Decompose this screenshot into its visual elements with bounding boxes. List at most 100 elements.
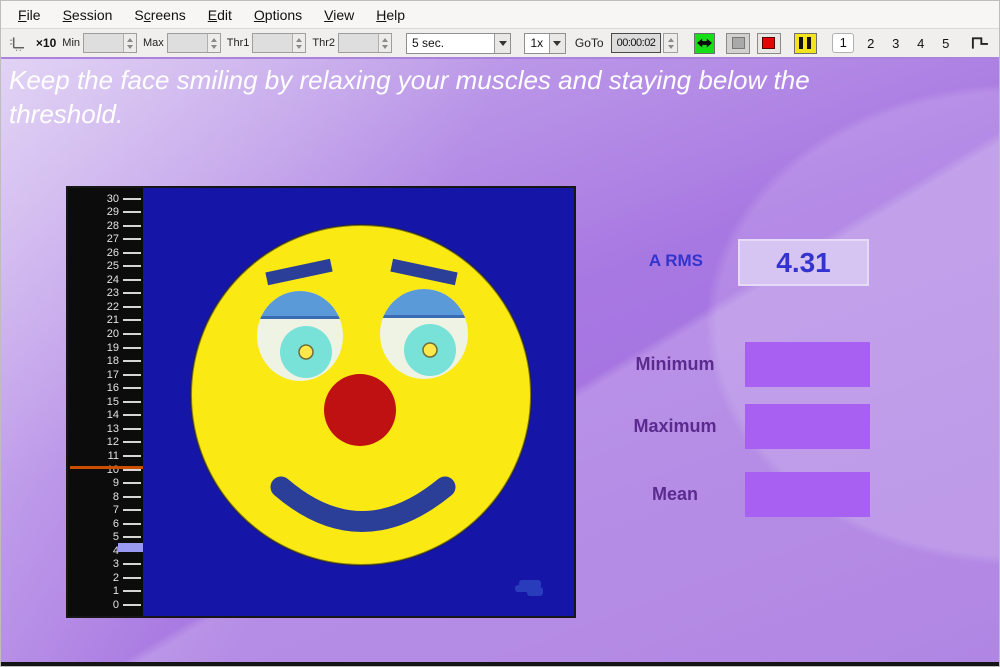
min-label: Min — [62, 37, 80, 49]
scale-tick-label: 27 — [68, 233, 119, 245]
screen-2-button[interactable]: 2 — [863, 36, 878, 51]
scale-tick-label: 17 — [68, 369, 119, 381]
scale-tick-mark — [123, 265, 141, 267]
up-down-arrows-icon[interactable] — [207, 34, 220, 52]
menu-edit[interactable]: Edit — [197, 3, 243, 27]
scale-tick-label: 19 — [68, 342, 119, 354]
red-square-icon — [762, 37, 775, 49]
scale-multiplier-label: ×10 — [36, 36, 56, 50]
scale-tick-mark — [123, 211, 141, 213]
scale-tick-mark — [123, 360, 141, 362]
screen-selector: 12345 — [828, 33, 958, 53]
axes-icon[interactable] — [9, 35, 26, 52]
face-display — [143, 188, 574, 616]
scale-tick-label: 6 — [68, 518, 119, 530]
thr1-field[interactable] — [252, 33, 306, 53]
pause-bar-icon — [807, 37, 811, 49]
minimum-value-box — [745, 342, 870, 387]
direction-button[interactable] — [694, 33, 716, 54]
menu-session[interactable]: Session — [52, 3, 124, 27]
pause-bar-icon — [799, 37, 803, 49]
instruction-text: Keep the face smiling by relaxing your m… — [9, 63, 919, 131]
gray-swatch-button[interactable] — [726, 33, 750, 54]
goto-time-spinner[interactable] — [663, 33, 677, 53]
min-field[interactable] — [83, 33, 137, 53]
scale-tick-mark — [123, 523, 141, 525]
scale-tick-label: 21 — [68, 314, 119, 326]
mean-value-box — [745, 472, 870, 517]
scale-tick-label: 24 — [68, 274, 119, 286]
scale-tick-label: 3 — [68, 558, 119, 570]
scale-tick-mark — [123, 347, 141, 349]
scale-tick-mark — [123, 279, 141, 281]
screen-5-button[interactable]: 5 — [938, 36, 953, 51]
scale-tick-mark — [123, 333, 141, 335]
goto-time-field[interactable]: 00:00:02 — [611, 33, 662, 53]
threshold-line[interactable] — [70, 466, 143, 469]
scale-tick-label: 2 — [68, 572, 119, 584]
menu-screens[interactable]: Screens — [123, 3, 196, 27]
double-horizontal-arrow-icon — [696, 37, 713, 49]
rms-label: A RMS — [591, 251, 703, 271]
menu-view[interactable]: View — [313, 3, 365, 27]
screen-1-button[interactable]: 1 — [832, 33, 854, 53]
scale-tick-label: 16 — [68, 382, 119, 394]
screen-3-button[interactable]: 3 — [888, 36, 903, 51]
up-down-arrows-icon[interactable] — [123, 34, 136, 52]
toolbar: ×10 MinMaxThr1Thr2 5 sec. 1x GoTo 00:00:… — [1, 29, 999, 59]
menu-file[interactable]: File — [7, 3, 52, 27]
up-down-arrows-icon[interactable] — [292, 34, 305, 52]
maximum-label: Maximum — [611, 416, 739, 437]
scale-tick-label: 23 — [68, 287, 119, 299]
emg-face-widget: 3029282726252423222120191817161514131211… — [66, 186, 576, 618]
scale-tick-mark — [123, 536, 141, 538]
stop-button[interactable] — [757, 33, 781, 54]
scale-tick-mark — [123, 198, 141, 200]
scale-tick-mark — [123, 441, 141, 443]
scale-tick-label: 9 — [68, 477, 119, 489]
scale-tick-label: 29 — [68, 206, 119, 218]
scale-tick-mark — [123, 604, 141, 606]
up-down-arrows-icon[interactable] — [378, 34, 391, 52]
scale-tick-mark — [123, 374, 141, 376]
range-fields: MinMaxThr1Thr2 — [56, 33, 392, 53]
goto-label: GoTo — [575, 36, 604, 50]
thr2-field[interactable] — [338, 33, 392, 53]
thr1-label: Thr1 — [227, 37, 250, 49]
pause-button[interactable] — [794, 33, 818, 54]
playback-speed-combo[interactable]: 1x — [524, 33, 565, 54]
menu-help[interactable]: Help — [365, 3, 416, 27]
right-pupil — [423, 343, 437, 357]
scale-tick-mark — [123, 482, 141, 484]
time-window-combo[interactable]: 5 sec. — [406, 33, 511, 54]
scale-tick-label: 22 — [68, 301, 119, 313]
scale-tick-label: 25 — [68, 260, 119, 272]
screen-4-button[interactable]: 4 — [913, 36, 928, 51]
thr2-label: Thr2 — [312, 37, 335, 49]
scale-tick-label: 26 — [68, 247, 119, 259]
app-window: FileSessionScreensEditOptionsViewHelp ×1… — [0, 0, 1000, 667]
scale-tick-label: 8 — [68, 491, 119, 503]
scale-tick-label: 5 — [68, 531, 119, 543]
chevron-down-icon[interactable] — [549, 34, 565, 53]
scale-tick-mark — [123, 292, 141, 294]
scale-tick-label: 28 — [68, 220, 119, 232]
scale-tick-label: 15 — [68, 396, 119, 408]
bottom-strip — [1, 662, 999, 666]
step-line-icon[interactable] — [971, 35, 991, 51]
scale-tick-mark — [123, 319, 141, 321]
scale-tick-label: 7 — [68, 504, 119, 516]
signal-scale: 3029282726252423222120191817161514131211… — [68, 188, 143, 616]
chevron-down-icon[interactable] — [494, 34, 510, 53]
scale-tick-label: 20 — [68, 328, 119, 340]
max-field[interactable] — [167, 33, 221, 53]
scale-tick-mark — [123, 469, 141, 471]
scale-tick-label: 13 — [68, 423, 119, 435]
scale-tick-mark — [123, 387, 141, 389]
playback-speed-value: 1x — [525, 36, 548, 50]
gray-square-icon — [732, 37, 745, 49]
scale-tick-mark — [123, 401, 141, 403]
menu-options[interactable]: Options — [243, 3, 313, 27]
scale-tick-mark — [123, 496, 141, 498]
scale-tick-label: 4 — [68, 545, 119, 557]
